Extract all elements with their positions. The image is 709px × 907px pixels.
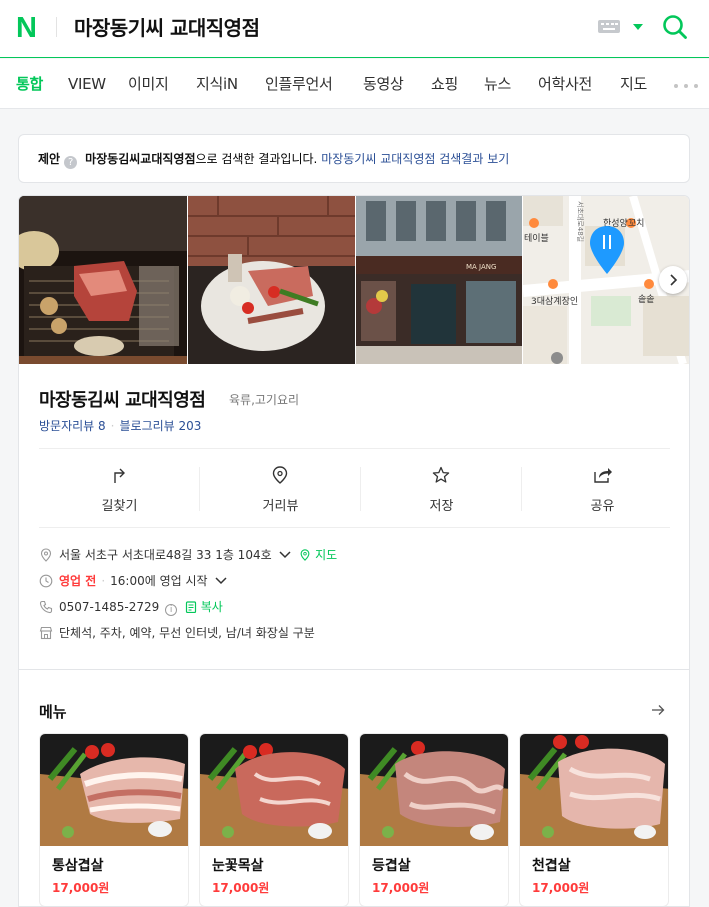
photo-next-button[interactable]	[659, 266, 687, 294]
info-icon[interactable]: i	[165, 604, 178, 616]
opening-hours: 16:00에 영업 시작	[110, 574, 208, 588]
share-button[interactable]: 공유	[522, 449, 683, 529]
suggestion-keyword: 마장동김씨교대직영점	[85, 152, 196, 166]
menu-price: 17,000원	[52, 881, 110, 895]
tab-kin[interactable]: 지식iN	[196, 75, 238, 93]
save-label: 저장	[429, 499, 454, 514]
search-tabs: 통합 VIEW 이미지 지식iN 인플루언서 동영상 쇼핑 뉴스 어학사전 지도	[0, 59, 709, 109]
chevron-right-icon	[670, 274, 678, 286]
menu-item[interactable]: 통삼겹살 17,000원	[39, 733, 189, 906]
caret-down-icon[interactable]	[633, 24, 643, 30]
suggestion-label: 제안	[38, 152, 61, 166]
menu-title: 메뉴	[39, 703, 67, 721]
tab-shopping[interactable]: 쇼핑	[431, 75, 458, 93]
map-pin-icon	[300, 549, 310, 561]
menu-item[interactable]: 천겹살 17,000원	[519, 733, 669, 906]
directions-icon	[114, 468, 125, 483]
suggestion-link[interactable]: 마장동기씨 교대직영점 검색결과 보기	[321, 152, 509, 166]
phone-icon	[39, 600, 53, 614]
star-icon	[432, 466, 450, 483]
menu-name: 등겹살	[372, 858, 411, 874]
photo-strip: MA JANG 한성양꼬치 테이블 서초대로48길 3대삼계장인 솥솥	[19, 196, 689, 364]
map-label-samgyetang: 3대삼계장인	[531, 295, 578, 307]
tab-news[interactable]: 뉴스	[484, 75, 511, 93]
place-category: 육류,고기요리	[229, 393, 300, 407]
search-query[interactable]: 마장동기씨 교대직영점	[74, 14, 260, 42]
phone-number[interactable]: 0507-1485-2729	[59, 600, 159, 614]
place-card: MA JANG 한성양꼬치 테이블 서초대로48길 3대삼계장인 솥솥 마장동김…	[18, 195, 690, 670]
street-view-button[interactable]: 거리뷰	[200, 449, 361, 529]
share-label: 공유	[590, 499, 615, 514]
menu-photo	[200, 734, 348, 846]
clock-icon	[39, 574, 53, 588]
menu-section: 메뉴 통삼겹살 17,000원 눈꽃목살 17,000원 등겹살 17,000원…	[18, 670, 690, 907]
share-icon	[594, 468, 612, 483]
more-tabs-icon[interactable]	[674, 84, 700, 88]
store-icon	[39, 626, 53, 640]
visitor-review-link[interactable]: 방문자리뷰 8	[39, 419, 106, 433]
map-link[interactable]: 지도	[315, 548, 337, 562]
copy-icon	[185, 601, 197, 614]
map-label-table: 테이블	[524, 233, 549, 244]
blog-review-link[interactable]: 블로그리뷰 203	[119, 419, 201, 433]
map-label-sotsot: 솥솥	[638, 294, 655, 305]
business-status: 영업 전	[59, 574, 97, 588]
tab-video[interactable]: 동영상	[363, 75, 404, 93]
map-road-name: 서초대로48길	[576, 201, 585, 242]
search-header: N 마장동기씨 교대직영점	[0, 0, 709, 58]
menu-item[interactable]: 등겹살 17,000원	[359, 733, 509, 906]
menu-photo	[520, 734, 668, 846]
help-icon[interactable]: ?	[64, 156, 78, 169]
chevron-down-icon[interactable]	[279, 550, 291, 560]
location-pin-icon	[272, 466, 288, 484]
address-text: 서울 서초구 서초대로48길 33 1층 104호	[59, 548, 272, 562]
place-actions: 길찾기 거리뷰 저장 공유	[39, 448, 670, 528]
save-button[interactable]: 저장	[361, 449, 522, 529]
header-divider	[56, 17, 57, 37]
storefront-photo[interactable]: MA JANG	[356, 196, 522, 364]
plated-meat-photo[interactable]	[188, 196, 355, 364]
menu-photo	[360, 734, 508, 846]
search-icon[interactable]	[662, 14, 688, 40]
menu-price: 17,000원	[532, 881, 590, 895]
tab-dictionary[interactable]: 어학사전	[538, 75, 592, 93]
menu-price: 17,000원	[212, 881, 270, 895]
grill-photo[interactable]	[19, 196, 187, 364]
chevron-down-icon[interactable]	[215, 576, 227, 586]
search-suggestion: 제안? 마장동김씨교대직영점으로 검색한 결과입니다. 마장동기씨 교대직영점 검…	[18, 134, 690, 183]
place-name[interactable]: 마장동김씨 교대직영점	[39, 386, 206, 412]
menu-name: 천겹살	[532, 858, 571, 874]
svg-text:MA JANG: MA JANG	[466, 263, 496, 271]
street-view-label: 거리뷰	[262, 499, 299, 514]
menu-item[interactable]: 눈꽃목살 17,000원	[199, 733, 349, 906]
copy-button[interactable]: 복사	[201, 600, 223, 614]
keyboard-icon[interactable]	[598, 20, 620, 33]
amenities-text: 단체석, 주차, 예약, 무선 인터넷, 남/녀 화장실 구분	[59, 626, 315, 640]
tab-map[interactable]: 지도	[620, 75, 647, 93]
directions-label: 길찾기	[101, 499, 138, 514]
naver-logo[interactable]: N	[16, 14, 37, 43]
review-links: 방문자리뷰 8 · 블로그리뷰 203	[39, 419, 202, 433]
tab-integrated[interactable]: 통합	[16, 75, 43, 93]
menu-price: 17,000원	[372, 881, 430, 895]
tab-view[interactable]: VIEW	[68, 75, 106, 93]
menu-name: 눈꽃목살	[212, 858, 264, 874]
directions-button[interactable]: 길찾기	[39, 449, 200, 529]
tab-influencer[interactable]: 인플루언서	[265, 75, 333, 93]
menu-name: 통삼겹살	[52, 858, 104, 874]
tab-images[interactable]: 이미지	[128, 75, 169, 93]
menu-photo	[40, 734, 188, 846]
arrow-right-icon[interactable]	[651, 704, 665, 716]
location-pin-icon	[40, 548, 52, 562]
suggestion-text: 으로 검색한 결과입니다.	[195, 152, 318, 166]
